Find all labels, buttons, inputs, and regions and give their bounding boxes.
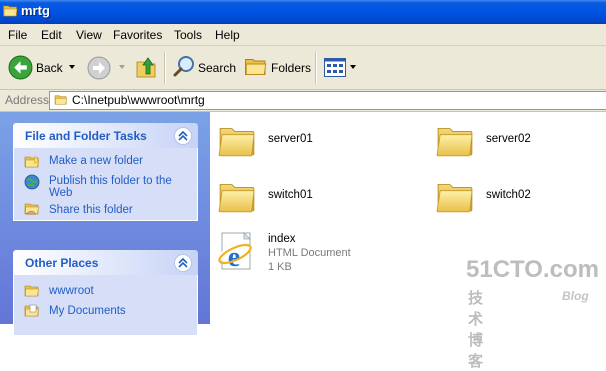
place-label: wwwroot: [49, 285, 94, 297]
search-button[interactable]: Search: [170, 46, 236, 89]
file-name: index: [268, 233, 296, 245]
folder-icon: [53, 94, 69, 106]
other-places-body: wwwroot My Documents: [13, 275, 198, 336]
file-name: server01: [268, 133, 313, 145]
forward-dropdown-icon[interactable]: [119, 65, 125, 69]
folder-item[interactable]: switch01: [218, 178, 338, 218]
file-folder-tasks-title: File and Folder Tasks: [25, 129, 147, 143]
views-icon: [324, 58, 346, 77]
address-input[interactable]: C:\Inetpub\wwwroot\mrtg: [49, 91, 606, 110]
other-places-title: Other Places: [25, 256, 99, 270]
menu-view[interactable]: View: [76, 28, 102, 42]
menu-file[interactable]: File: [8, 28, 27, 42]
file-folder-tasks-header[interactable]: File and Folder Tasks: [13, 123, 198, 148]
address-bar: Address C:\Inetpub\wwwroot\mrtg: [0, 90, 606, 112]
task-make-new-folder[interactable]: Make a new folder: [14, 154, 197, 170]
toolbar-separator: [315, 52, 317, 84]
title-bar[interactable]: mrtg: [0, 0, 606, 24]
my-documents-icon: [24, 304, 40, 318]
task-pane: File and Folder Tasks Make a new folder …: [0, 112, 210, 336]
watermark-site: 51CTO.com: [466, 256, 599, 283]
file-folder-tasks-body: Make a new folder Publish this folder to…: [13, 148, 198, 221]
address-label: Address: [5, 93, 50, 107]
window-title: mrtg: [21, 3, 50, 18]
back-arrow-icon: [8, 55, 33, 80]
views-dropdown-icon: [350, 65, 356, 69]
share-folder-icon: [24, 202, 40, 216]
menu-help[interactable]: Help: [215, 28, 240, 42]
new-folder-icon: [24, 155, 40, 170]
back-button[interactable]: Back: [6, 46, 78, 89]
toolbar: Back Search Folders: [0, 46, 606, 90]
task-label: Publish this folder to the Web: [49, 175, 172, 199]
address-path: C:\Inetpub\wwwroot\mrtg: [72, 93, 205, 107]
collapse-chevron-icon[interactable]: [174, 127, 192, 145]
place-label: My Documents: [49, 305, 126, 317]
folders-icon: [244, 56, 268, 78]
menu-bar: File Edit View Favorites Tools Help: [0, 24, 606, 46]
task-share-folder[interactable]: Share this folder: [14, 201, 199, 219]
folders-button[interactable]: Folders: [242, 46, 312, 89]
folder-icon: [218, 178, 256, 214]
file-name: switch02: [486, 189, 531, 201]
folders-label: Folders: [271, 61, 312, 75]
task-label: Make a new folder: [49, 155, 143, 167]
folder-icon: [436, 122, 474, 158]
search-label: Search: [198, 61, 237, 75]
file-type: HTML Document: [268, 247, 351, 259]
folder-icon: [24, 284, 40, 298]
views-button[interactable]: [322, 46, 358, 89]
menu-tools[interactable]: Tools: [174, 28, 202, 42]
other-places-box: Other Places wwwroot My Documents: [13, 250, 198, 336]
folder-icon: [436, 178, 474, 214]
folder-icon: [2, 4, 19, 18]
up-folder-icon[interactable]: [134, 54, 158, 80]
file-name: server02: [486, 133, 531, 145]
place-wwwroot[interactable]: wwwroot: [14, 283, 199, 301]
folder-item[interactable]: server02: [436, 122, 556, 162]
forward-arrow-icon[interactable]: [87, 56, 111, 80]
folder-icon: [218, 122, 256, 158]
file-view: server01 server02 switch01 switch02 e in…: [210, 112, 606, 324]
file-size: 1 KB: [268, 261, 292, 273]
html-document-item[interactable]: e index HTML Document 1 KB: [214, 229, 374, 277]
file-folder-tasks-box: File and Folder Tasks Make a new folder …: [13, 123, 198, 221]
menu-favorites[interactable]: Favorites: [113, 28, 162, 42]
ie-html-document-icon: e: [218, 232, 252, 273]
file-name: switch01: [268, 189, 313, 201]
task-label: Share this folder: [49, 204, 133, 216]
watermark-subtitle: 技术博客: [468, 289, 484, 370]
back-dropdown-icon[interactable]: [69, 65, 75, 69]
publish-web-icon: [24, 174, 40, 190]
other-places-header[interactable]: Other Places: [13, 250, 198, 275]
menu-edit[interactable]: Edit: [41, 28, 62, 42]
place-my-documents[interactable]: My Documents: [14, 303, 199, 321]
folder-item[interactable]: switch02: [436, 178, 556, 218]
collapse-chevron-icon[interactable]: [174, 254, 192, 272]
task-publish-web[interactable]: Publish this folder to the Web: [14, 171, 199, 201]
folder-item[interactable]: server01: [218, 122, 338, 162]
search-icon: [173, 56, 194, 77]
toolbar-separator: [164, 52, 166, 84]
watermark-blog: Blog: [562, 289, 589, 303]
back-label: Back: [36, 61, 63, 75]
